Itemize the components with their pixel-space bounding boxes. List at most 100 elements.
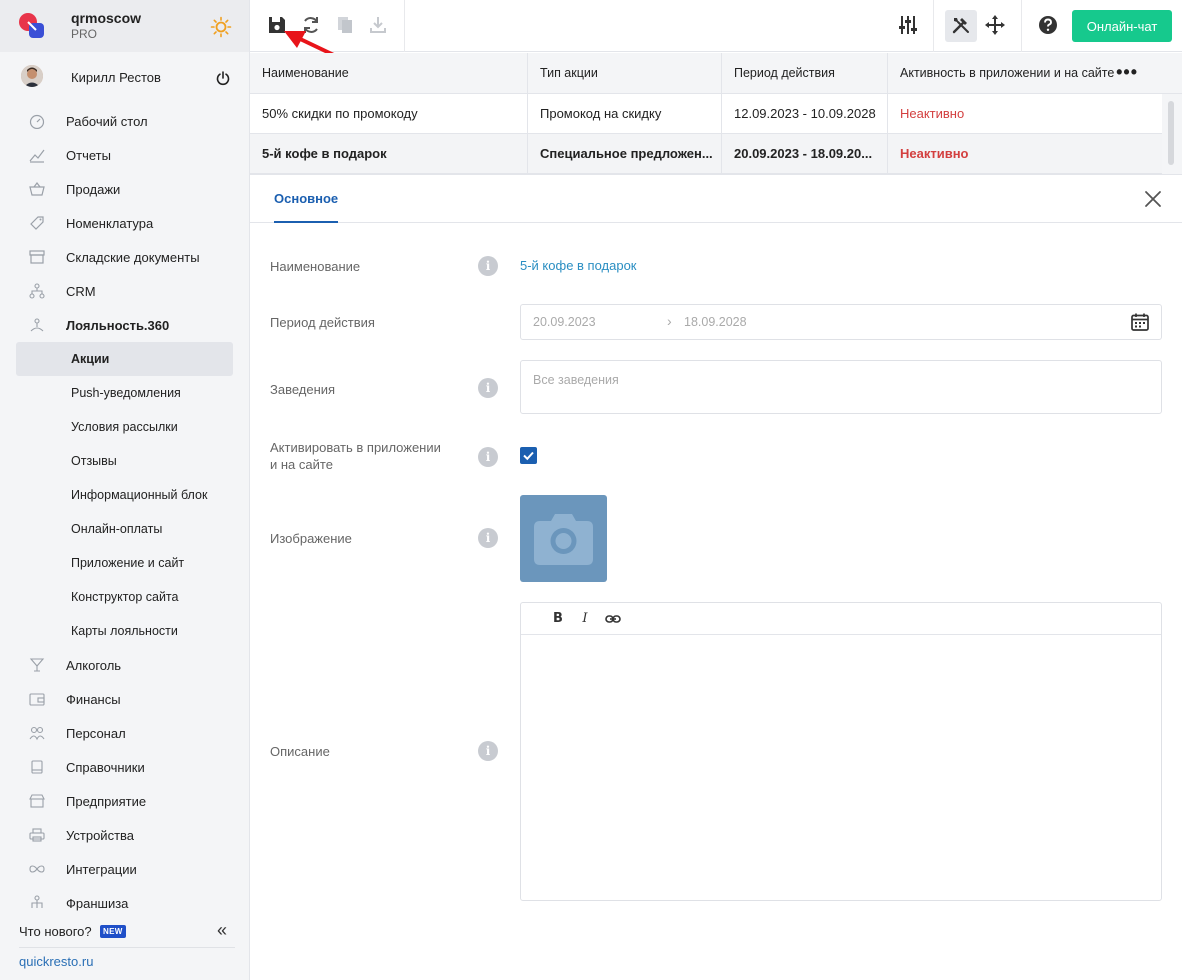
info-icon[interactable]: i (478, 256, 498, 276)
sidebar-item-label: Справочники (66, 760, 145, 775)
calendar-icon[interactable] (1130, 312, 1150, 332)
sidebar-item-staff[interactable]: Персонал (0, 716, 249, 750)
sidebar-item-franchise[interactable]: Франшиза (0, 886, 249, 920)
sidebar-item-enterprise[interactable]: Предприятие (0, 784, 249, 818)
column-header-type[interactable]: Тип акции (528, 53, 722, 93)
copy-icon[interactable] (334, 14, 356, 36)
download-icon[interactable] (367, 14, 389, 36)
sidebar-item-nomenclature[interactable]: Номенклатура (0, 206, 249, 240)
sidebar-subitem-label: Информационный блок (71, 488, 208, 502)
power-icon[interactable] (215, 70, 231, 86)
whats-new-label: Что нового? (19, 924, 92, 939)
basket-icon (29, 182, 45, 196)
sidebar-subitem-label: Push-уведомления (71, 386, 181, 400)
activate-checkbox[interactable] (520, 447, 537, 464)
table-cell: Специальное предложен... (528, 134, 722, 173)
sidebar-subitem-mailing-conditions[interactable]: Условия рассылки (0, 410, 249, 444)
collapse-sidebar-icon[interactable]: « (217, 921, 231, 940)
sidebar-subitem-reviews[interactable]: Отзывы (0, 444, 249, 478)
description-editor[interactable]: B I (520, 602, 1162, 901)
toolbar-divider (404, 0, 405, 52)
italic-button[interactable]: I (577, 611, 593, 627)
column-header-period[interactable]: Период действия (722, 53, 888, 93)
field-label-name: Наименование (270, 259, 361, 274)
sidebar-subitem-label: Конструктор сайта (71, 590, 179, 604)
sidebar-item-devices[interactable]: Устройства (0, 818, 249, 852)
table-row[interactable]: 50% скидки по промокоду Промокод на скид… (250, 94, 1162, 134)
sidebar-item-finance[interactable]: Финансы (0, 682, 249, 716)
info-icon[interactable]: i (478, 528, 498, 548)
help-icon[interactable] (1037, 14, 1059, 36)
sidebar-item-label: Франшиза (66, 896, 129, 911)
online-chat-button[interactable]: Онлайн-чат (1072, 10, 1172, 42)
link-icon[interactable] (605, 611, 621, 627)
table-cell: 20.09.2023 - 18.09.20... (722, 134, 888, 173)
franchise-icon (31, 895, 43, 908)
name-value[interactable]: 5-й кофе в подарок (520, 258, 637, 273)
sidebar-menu: Рабочий стол Отчеты Продажи Номенклатура… (0, 104, 249, 920)
save-icon[interactable] (266, 14, 288, 36)
table-row[interactable]: 5-й кофе в подарок Специальное предложен… (250, 134, 1162, 174)
field-label-image: Изображение (270, 531, 352, 546)
column-header-name[interactable]: Наименование (250, 53, 528, 93)
bold-button[interactable]: B (550, 611, 566, 627)
sidebar-item-alcohol[interactable]: Алкоголь (0, 648, 249, 682)
theme-toggle-icon[interactable] (210, 16, 232, 38)
venues-placeholder: Все заведения (533, 373, 619, 387)
checkmark-icon (523, 451, 534, 461)
more-options-icon[interactable]: ••• (1116, 63, 1138, 81)
sidebar-item-label: CRM (66, 284, 96, 299)
sidebar-subitem-push[interactable]: Push-уведомления (0, 376, 249, 410)
detail-panel: Основное Наименование i 5-й кофе в подар… (250, 174, 1182, 980)
sidebar-item-dashboard[interactable]: Рабочий стол (0, 104, 249, 138)
sidebar-item-sales[interactable]: Продажи (0, 172, 249, 206)
sidebar-item-label: Интеграции (66, 862, 137, 877)
sidebar-item-reports[interactable]: Отчеты (0, 138, 249, 172)
table-scrollbar-thumb[interactable] (1168, 101, 1174, 165)
table-cell: 12.09.2023 - 10.09.2028 (722, 94, 888, 133)
wallet-icon (29, 693, 45, 706)
tools-icon[interactable] (950, 14, 972, 36)
printer-icon (29, 828, 45, 842)
store-icon (29, 794, 45, 808)
sidebar-item-label: Складские документы (66, 250, 200, 265)
sidebar-subitem-site-builder[interactable]: Конструктор сайта (0, 580, 249, 614)
period-date-range[interactable]: 20.09.2023 › 18.09.2028 (520, 304, 1162, 340)
sidebar-item-directories[interactable]: Справочники (0, 750, 249, 784)
venues-select[interactable]: Все заведения (520, 360, 1162, 414)
camera-icon (534, 514, 593, 565)
org-header[interactable]: qrmoscow PRO (0, 0, 249, 52)
filter-sliders-icon[interactable] (897, 14, 919, 36)
column-header-activity[interactable]: Активность в приложении и на сайте ••• (888, 53, 1162, 93)
range-arrow-icon: › (667, 313, 672, 329)
sidebar-subitem-label: Карты лояльности (71, 624, 178, 638)
refresh-icon[interactable] (300, 14, 322, 36)
tag-icon (30, 216, 44, 230)
sidebar-subitem-info-block[interactable]: Информационный блок (0, 478, 249, 512)
sidebar-subitem-label: Приложение и сайт (71, 556, 185, 570)
people-icon (29, 726, 45, 741)
user-profile[interactable]: Кирилл Рестов (0, 60, 249, 96)
info-icon[interactable]: i (478, 447, 498, 467)
image-upload[interactable] (520, 495, 607, 582)
field-label-activate: Активировать в приложении и на сайте (270, 440, 441, 472)
field-label-period: Период действия (270, 315, 375, 330)
status-cell: Неактивно (900, 106, 965, 121)
dashboard-icon (29, 114, 45, 129)
move-icon[interactable] (984, 14, 1006, 36)
sidebar-subitem-promotions[interactable]: Акции (16, 342, 233, 376)
site-link[interactable]: quickresto.ru (19, 954, 93, 969)
table-cell: 5-й кофе в подарок (250, 134, 528, 173)
whats-new[interactable]: Что нового? NEW « (19, 921, 235, 946)
sidebar-item-crm[interactable]: CRM (0, 274, 249, 308)
sidebar-subitem-online-payments[interactable]: Онлайн-оплаты (0, 512, 249, 546)
sidebar-item-integrations[interactable]: Интеграции (0, 852, 249, 886)
info-icon[interactable]: i (478, 741, 498, 761)
sidebar-subitem-loyalty-cards[interactable]: Карты лояльности (0, 614, 249, 648)
sidebar-item-loyalty[interactable]: Лояльность.360 (0, 308, 249, 342)
tab-main[interactable]: Основное (274, 175, 339, 223)
sidebar-item-warehouse[interactable]: Складские документы (0, 240, 249, 274)
info-icon[interactable]: i (478, 378, 498, 398)
sidebar-subitem-app-site[interactable]: Приложение и сайт (0, 546, 249, 580)
close-icon[interactable] (1143, 189, 1163, 209)
